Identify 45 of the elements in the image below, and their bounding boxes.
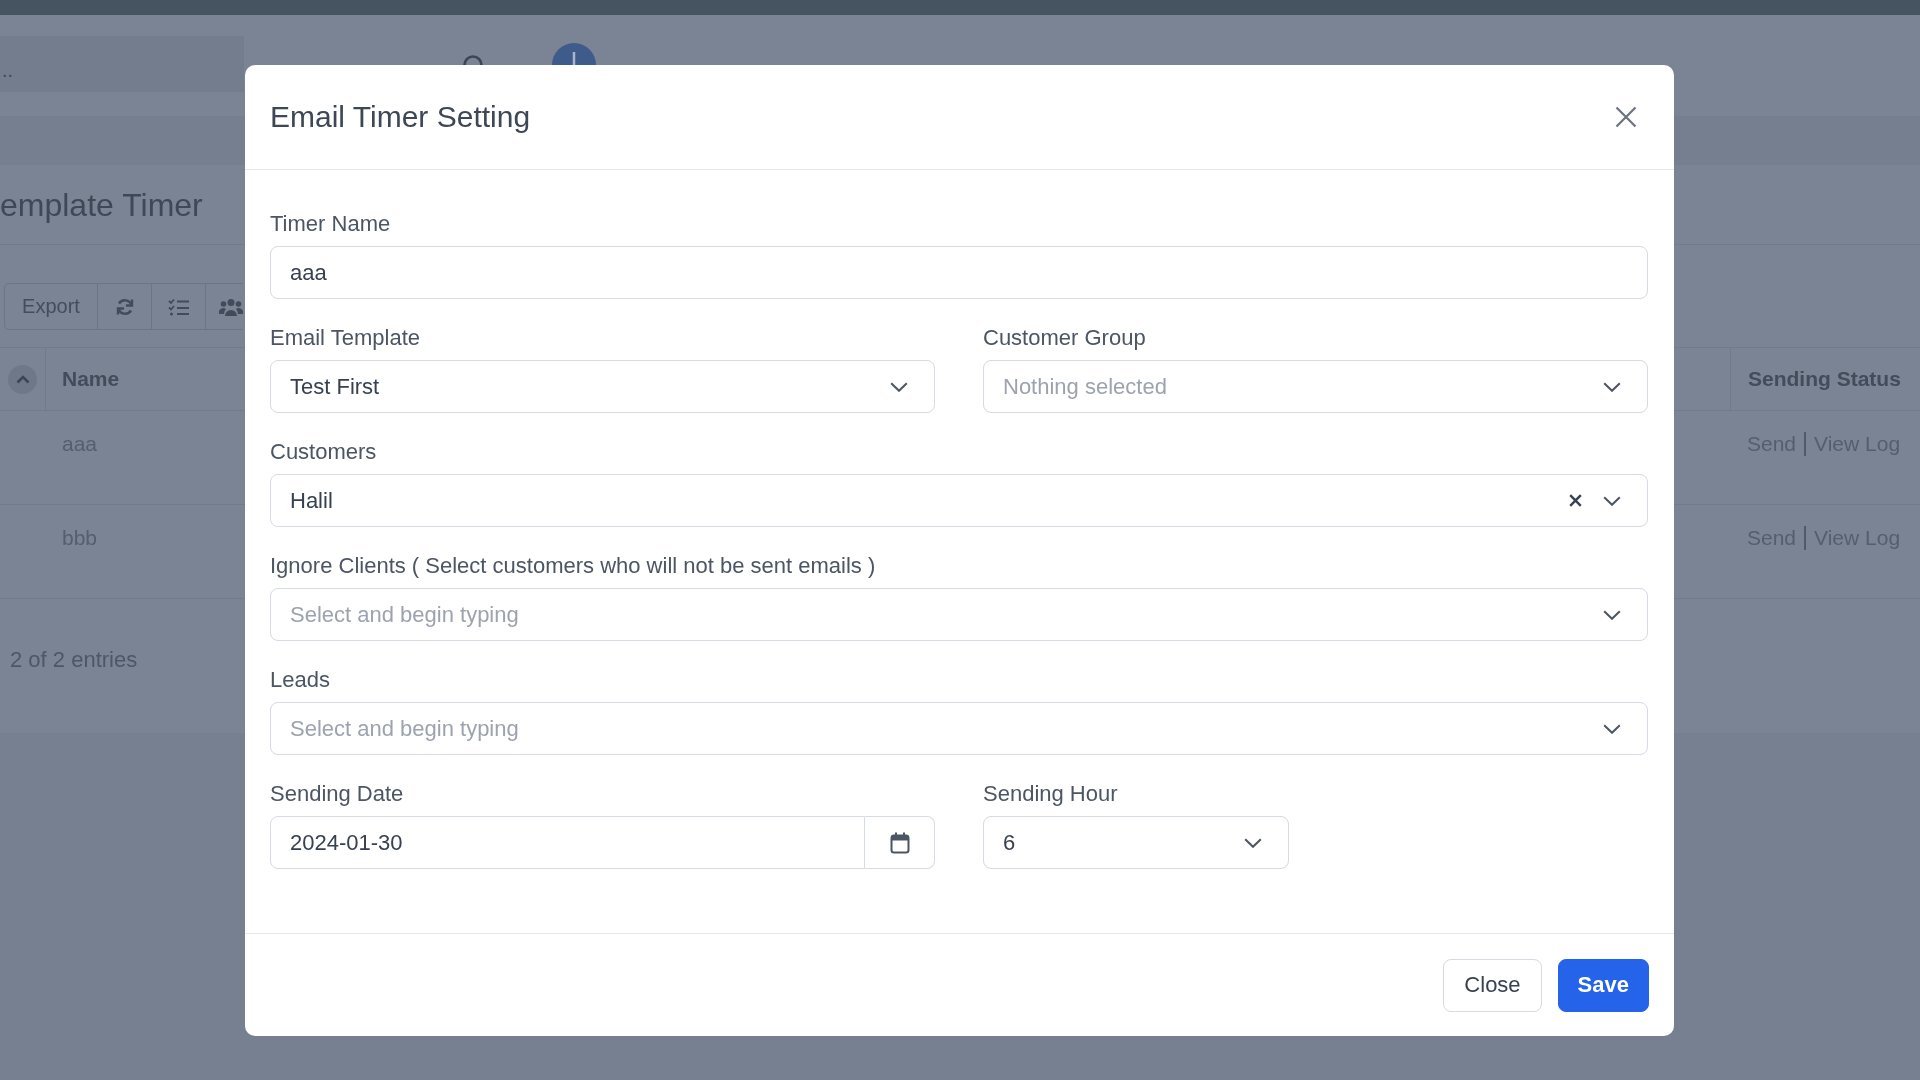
select-field[interactable]: Select and begin typing (270, 588, 1648, 641)
close-button[interactable] (1615, 106, 1637, 128)
list-button[interactable] (152, 283, 206, 330)
close-icon (1615, 106, 1637, 128)
checklist-icon (167, 297, 190, 316)
select-field[interactable]: Nothing selected (983, 360, 1648, 413)
chevron-down-icon (1603, 495, 1621, 506)
primary-button[interactable]: Save (1557, 958, 1649, 1012)
refresh-icon (114, 296, 135, 317)
text-field[interactable]: aaa (270, 246, 1648, 299)
calendar-button[interactable] (865, 816, 935, 869)
chevron-up-icon (15, 374, 30, 384)
date-field[interactable]: 2024-01-30 (270, 816, 865, 869)
users-button[interactable] (206, 283, 243, 330)
chevron-down-icon (1603, 381, 1621, 392)
users-icon (219, 297, 243, 316)
field-label: Customers (270, 440, 377, 464)
chevron-down-icon (1603, 723, 1621, 734)
refresh-button[interactable] (98, 283, 152, 330)
select-field[interactable]: Test First (270, 360, 935, 413)
chevron-down-icon (1603, 609, 1621, 620)
field-label: Leads (270, 668, 330, 692)
chevron-down-icon (1244, 837, 1262, 848)
column-header: Name (62, 367, 120, 391)
calendar-icon (889, 831, 910, 854)
plus-icon[interactable] (552, 43, 596, 65)
page-title: emplate Timer (0, 185, 203, 224)
clear-icon[interactable] (1569, 494, 1582, 507)
field-label: Sending Date (270, 782, 404, 806)
field-label: Ignore Clients ( Select customers who will not be sent emails ) (270, 554, 876, 578)
select-field[interactable]: Select and begin typing (270, 702, 1648, 755)
dialog-title: Email Timer Setting (270, 99, 531, 135)
secondary-button[interactable]: Close (1443, 958, 1542, 1012)
column-header: Sending Status (1748, 367, 1901, 391)
chevron-down-icon (890, 381, 908, 392)
search-field[interactable]: .. (0, 36, 244, 92)
sort-button[interactable] (8, 364, 37, 394)
field-label: Sending Hour (983, 782, 1118, 806)
field-label: Customer Group (983, 326, 1146, 350)
select-field[interactable]: Halil (270, 474, 1648, 527)
search-icon[interactable] (462, 53, 484, 65)
select-field[interactable]: 6 (983, 816, 1289, 869)
field-label: Email Template (270, 326, 420, 350)
export-button[interactable]: Export (4, 283, 98, 330)
field-label: Timer Name (270, 212, 391, 236)
